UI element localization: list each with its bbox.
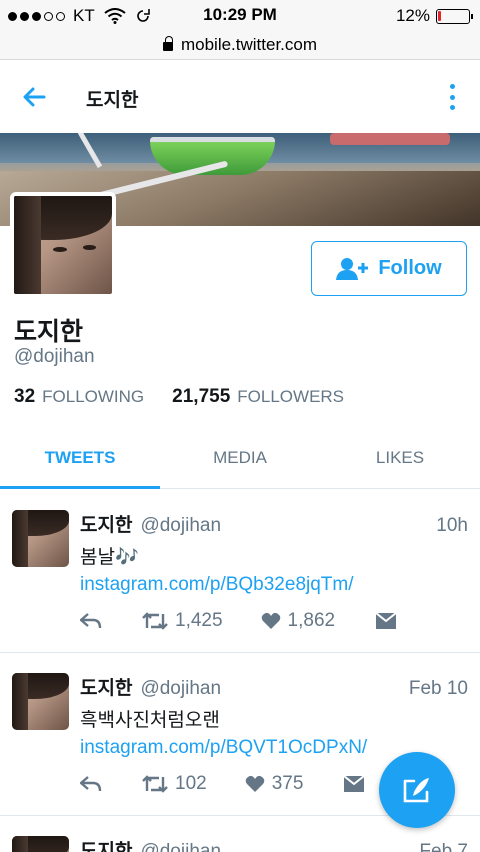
tweet-link[interactable]: instagram.com/p/BQVT1OcDPxN/: [80, 737, 367, 759]
retweet-icon: [142, 612, 168, 630]
tweet-author-name: 도지한: [80, 515, 133, 536]
reply-icon: [80, 776, 102, 792]
retweet-count: 102: [175, 773, 207, 794]
direct-message-button[interactable]: [343, 775, 366, 793]
header-title: 도지한: [86, 90, 139, 111]
url-text: mobile.twitter.com: [180, 34, 318, 54]
followers-stat[interactable]: 21,755 FOLLOWERS: [172, 386, 344, 408]
tweet-avatar[interactable]: [12, 836, 69, 852]
back-button[interactable]: [18, 81, 50, 113]
profile-tabs: TWEETS MEDIA LIKES: [0, 428, 480, 489]
direct-message-button[interactable]: [375, 612, 397, 630]
battery-percent: 12%: [395, 6, 430, 25]
status-bar: KT 10:29 PM 12%: [0, 0, 480, 30]
profile-name: 도지한: [14, 318, 84, 346]
profile-header: 도지한: [0, 61, 480, 133]
address-bar[interactable]: mobile.twitter.com: [0, 30, 480, 60]
tweet-actions: 102 375: [80, 773, 366, 795]
tweet-timestamp: Feb 7: [419, 841, 468, 852]
more-vertical-icon[interactable]: [446, 81, 458, 113]
tweet-author-name: 도지한: [80, 841, 133, 852]
retweet-icon: [142, 775, 168, 793]
follow-button[interactable]: Follow: [311, 241, 467, 296]
tweet-timestamp: 10h: [436, 515, 468, 536]
heart-icon: [261, 612, 280, 629]
followers-count: 21,755: [172, 386, 231, 407]
tweet-author-handle: @dojihan: [140, 678, 222, 699]
tweet-item[interactable]: 도지한 @dojihan 10h 봄날🎶 instagram.com/p/BQb…: [0, 490, 480, 653]
retweet-count: 1,425: [175, 610, 223, 631]
tab-likes[interactable]: LIKES: [320, 428, 480, 488]
like-count: 1,862: [287, 610, 336, 631]
reply-button[interactable]: [80, 613, 102, 629]
direct-message-icon: [343, 775, 366, 792]
tweet-avatar[interactable]: [12, 673, 69, 730]
tweet-actions: 1,425 1,862: [80, 610, 397, 632]
profile-avatar[interactable]: [10, 192, 116, 298]
tweet-author-name: 도지한: [80, 678, 133, 699]
following-count: 32: [14, 386, 36, 407]
retweet-button[interactable]: 102: [142, 773, 207, 795]
like-button[interactable]: 1,862: [261, 610, 336, 632]
tweet-author-handle: @dojihan: [140, 515, 222, 536]
following-label: FOLLOWING: [42, 387, 145, 406]
reply-button[interactable]: [80, 776, 102, 792]
tweet-link[interactable]: instagram.com/p/BQb32e8jqTm/: [80, 574, 354, 596]
reply-icon: [80, 613, 102, 629]
direct-message-icon: [375, 612, 397, 629]
like-button[interactable]: 375: [245, 773, 304, 795]
battery-icon: [436, 8, 473, 24]
tweet-text: 흑백사진처럼오랜: [80, 710, 220, 731]
followers-label: FOLLOWERS: [237, 387, 345, 406]
retweet-button[interactable]: 1,425: [142, 610, 223, 632]
like-count: 375: [271, 773, 304, 794]
heart-icon: [245, 775, 264, 792]
tweet-text: 봄날🎶: [80, 547, 139, 568]
battery-status: 12%: [395, 6, 473, 26]
add-user-icon: [336, 257, 369, 280]
tab-tweets[interactable]: TWEETS: [0, 428, 160, 489]
lock-icon: [162, 36, 173, 51]
following-stat[interactable]: 32 FOLLOWING: [14, 386, 144, 408]
tweet-timestamp: Feb 10: [408, 678, 468, 699]
tab-media[interactable]: MEDIA: [160, 428, 320, 488]
profile-stats: 32 FOLLOWING 21,755 FOLLOWERS: [14, 386, 372, 408]
tweet-avatar[interactable]: [12, 510, 69, 567]
profile-handle: @dojihan: [14, 346, 95, 367]
compose-icon: [403, 778, 429, 803]
compose-tweet-button[interactable]: [379, 752, 455, 828]
back-arrow-icon: [23, 87, 46, 107]
tweet-author-handle: @dojihan: [140, 841, 222, 852]
follow-label: Follow: [378, 257, 442, 279]
